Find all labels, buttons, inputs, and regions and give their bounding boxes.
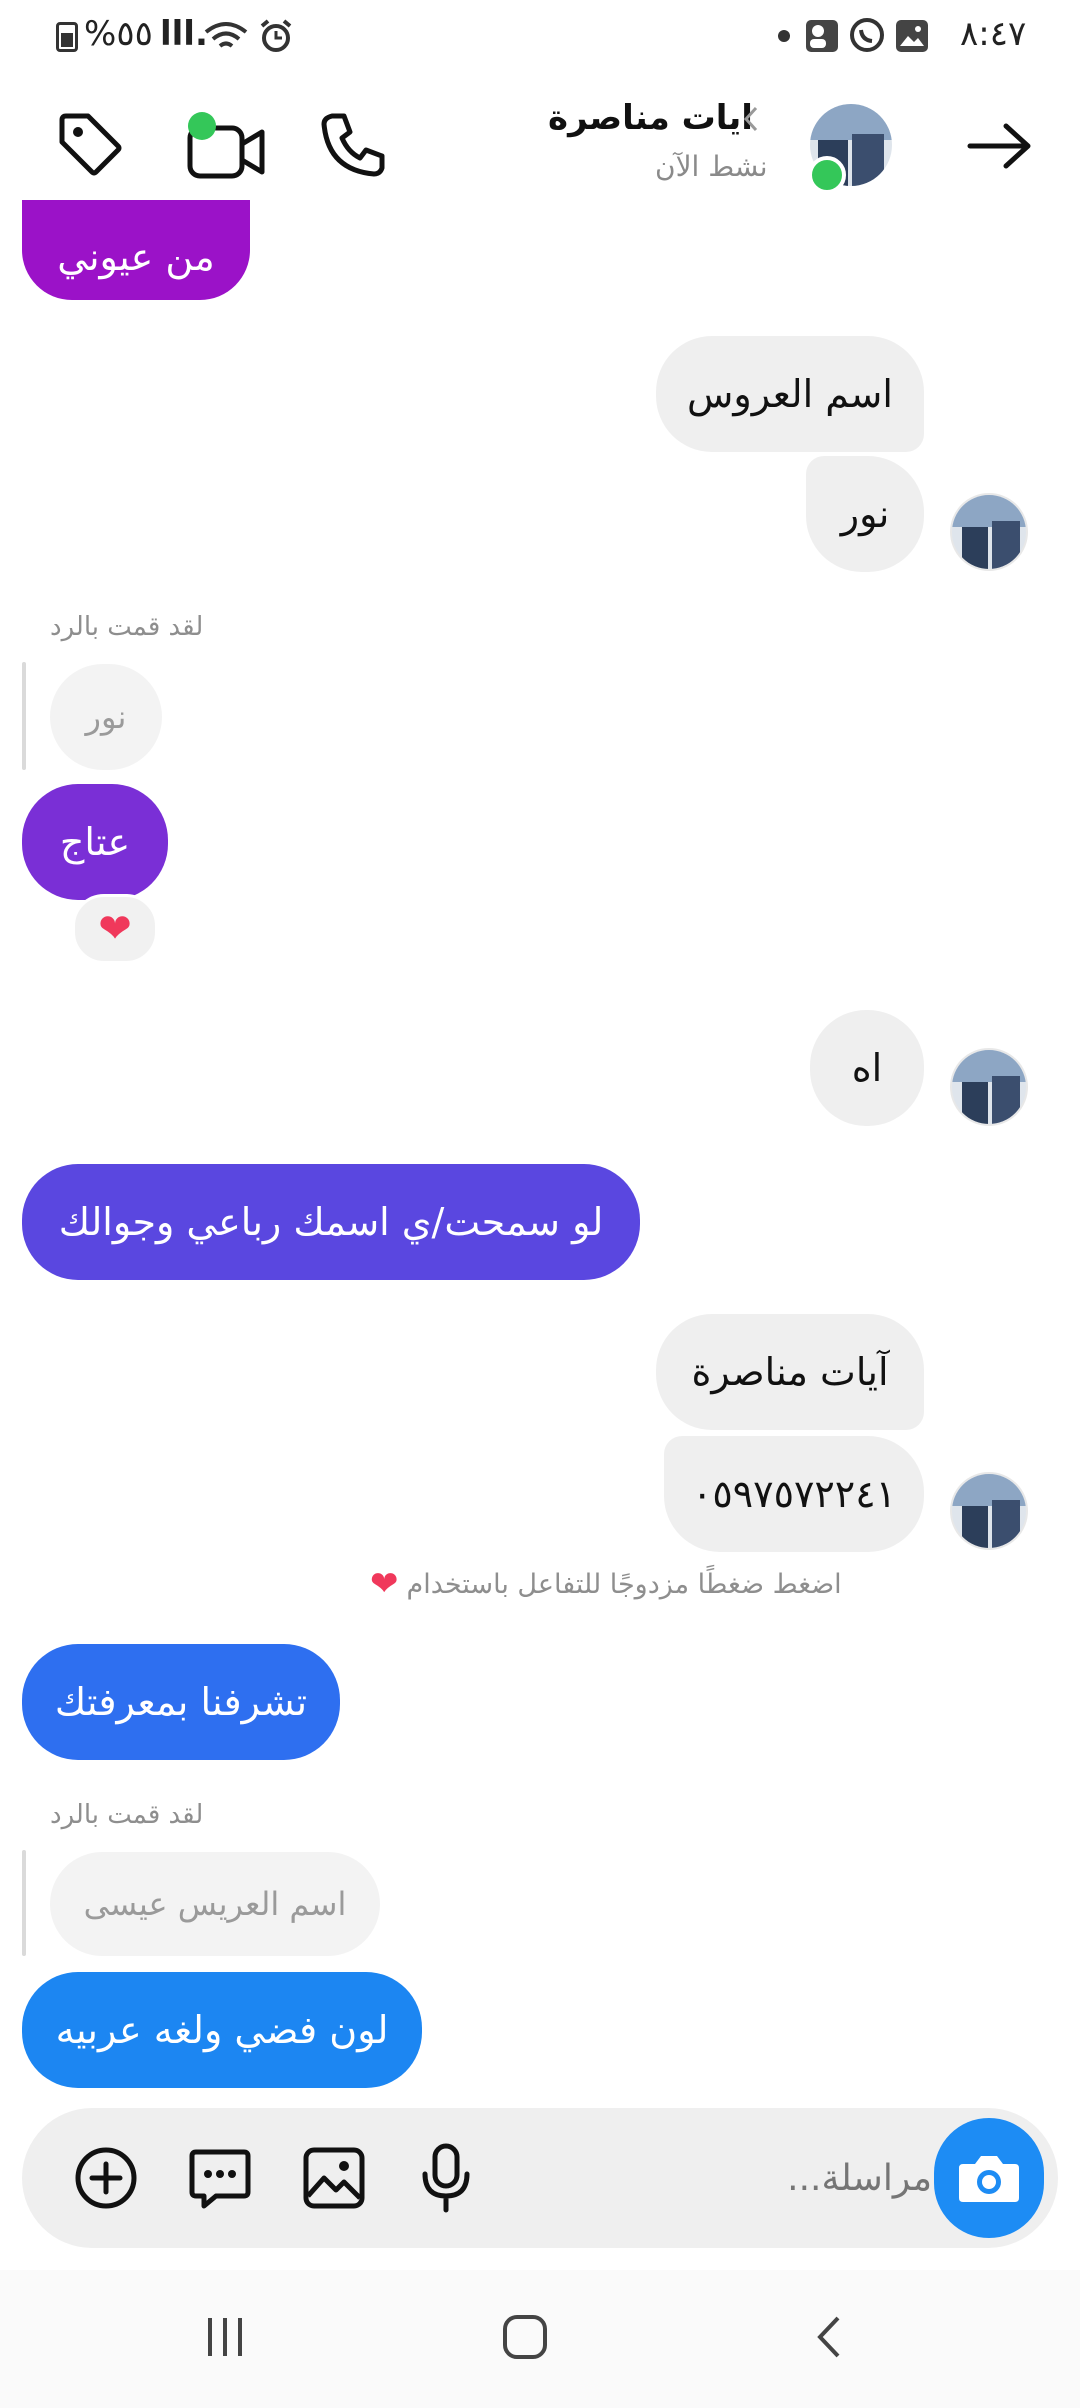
reaction-hint: ❤ اضغط ضغطًا مزدوجًا للتفاعل باستخدام — [370, 1564, 842, 1604]
home-icon[interactable] — [500, 2312, 550, 2362]
contact-icon — [806, 20, 838, 52]
camera-icon — [959, 2156, 1019, 2202]
message-bubble-outgoing[interactable]: عتاج — [22, 784, 168, 900]
alarm-icon — [260, 19, 292, 52]
message-input[interactable] — [512, 2144, 932, 2212]
battery-percent: %٥٥ — [84, 14, 153, 54]
message-bubble-incoming[interactable]: اسم العروس — [656, 336, 924, 452]
back-nav-icon[interactable] — [810, 2312, 850, 2362]
reply-bar — [22, 662, 26, 770]
status-bar: %٥٥ lll. ٨:٤٧ — [0, 0, 1080, 72]
signal-icon: lll. — [160, 14, 208, 54]
sender-avatar — [950, 493, 1028, 571]
reply-bar — [22, 1850, 26, 1956]
message-bubble-outgoing[interactable]: لو سمحت/ي اسمك رباعي وجوالك — [22, 1164, 640, 1280]
heart-icon: ❤ — [98, 906, 132, 952]
notification-dot — [778, 30, 790, 42]
heart-icon: ❤ — [370, 1564, 399, 1604]
wifi-icon — [204, 22, 248, 48]
reply-note: لقد قمت بالرد — [50, 1800, 204, 1830]
clock: ٨:٤٧ — [960, 14, 1027, 54]
online-indicator — [808, 156, 846, 194]
recent-apps-icon[interactable] — [200, 2312, 250, 2362]
gallery-icon — [896, 20, 928, 52]
active-status: نشط الآن — [655, 150, 768, 183]
whatsapp-icon — [850, 18, 884, 52]
battery-icon — [56, 22, 78, 52]
chevron-left-icon[interactable] — [740, 102, 762, 136]
message-list: من عيوني اسم العروس نور لقد قمت بالرد نو… — [0, 200, 1080, 2090]
message-bubble-incoming[interactable]: اه — [810, 1010, 924, 1126]
message-composer — [22, 2108, 1058, 2248]
back-arrow-icon[interactable] — [964, 120, 1036, 172]
phone-call-icon[interactable] — [318, 110, 388, 180]
sender-avatar — [950, 1472, 1028, 1550]
add-circle-icon[interactable] — [72, 2144, 140, 2212]
camera-button[interactable] — [934, 2118, 1044, 2238]
quoted-message[interactable]: نور — [50, 664, 162, 770]
sender-avatar — [950, 1048, 1028, 1126]
chat-bubble-icon[interactable] — [186, 2144, 254, 2212]
contact-name[interactable]: ايات مناصرة — [548, 98, 753, 138]
message-bubble-incoming[interactable]: آيات مناصرة — [656, 1314, 924, 1430]
quoted-message[interactable]: اسم العريس عيسى — [50, 1852, 380, 1956]
message-bubble-incoming[interactable]: نور — [806, 456, 924, 572]
chat-header: ايات مناصرة نشط الآن — [0, 80, 1080, 210]
video-call-button[interactable] — [184, 108, 274, 188]
message-bubble-outgoing[interactable]: لون فضي ولغه عربيه — [22, 1972, 422, 2088]
image-icon[interactable] — [300, 2144, 368, 2212]
message-bubble-outgoing[interactable]: من عيوني — [22, 200, 250, 300]
system-navigation-bar — [0, 2270, 1080, 2408]
video-active-dot — [188, 112, 216, 140]
reaction-badge[interactable]: ❤ — [72, 894, 158, 964]
microphone-icon[interactable] — [418, 2142, 474, 2214]
message-bubble-outgoing[interactable]: تشرفنا بمعرفتك — [22, 1644, 340, 1760]
reply-note: لقد قمت بالرد — [50, 612, 204, 642]
reaction-hint-text: اضغط ضغطًا مزدوجًا للتفاعل باستخدام — [406, 1568, 842, 1600]
message-bubble-incoming[interactable]: ٠٥٩٧٥٧٢٢٤١ — [664, 1436, 924, 1552]
tag-icon[interactable] — [56, 110, 124, 178]
